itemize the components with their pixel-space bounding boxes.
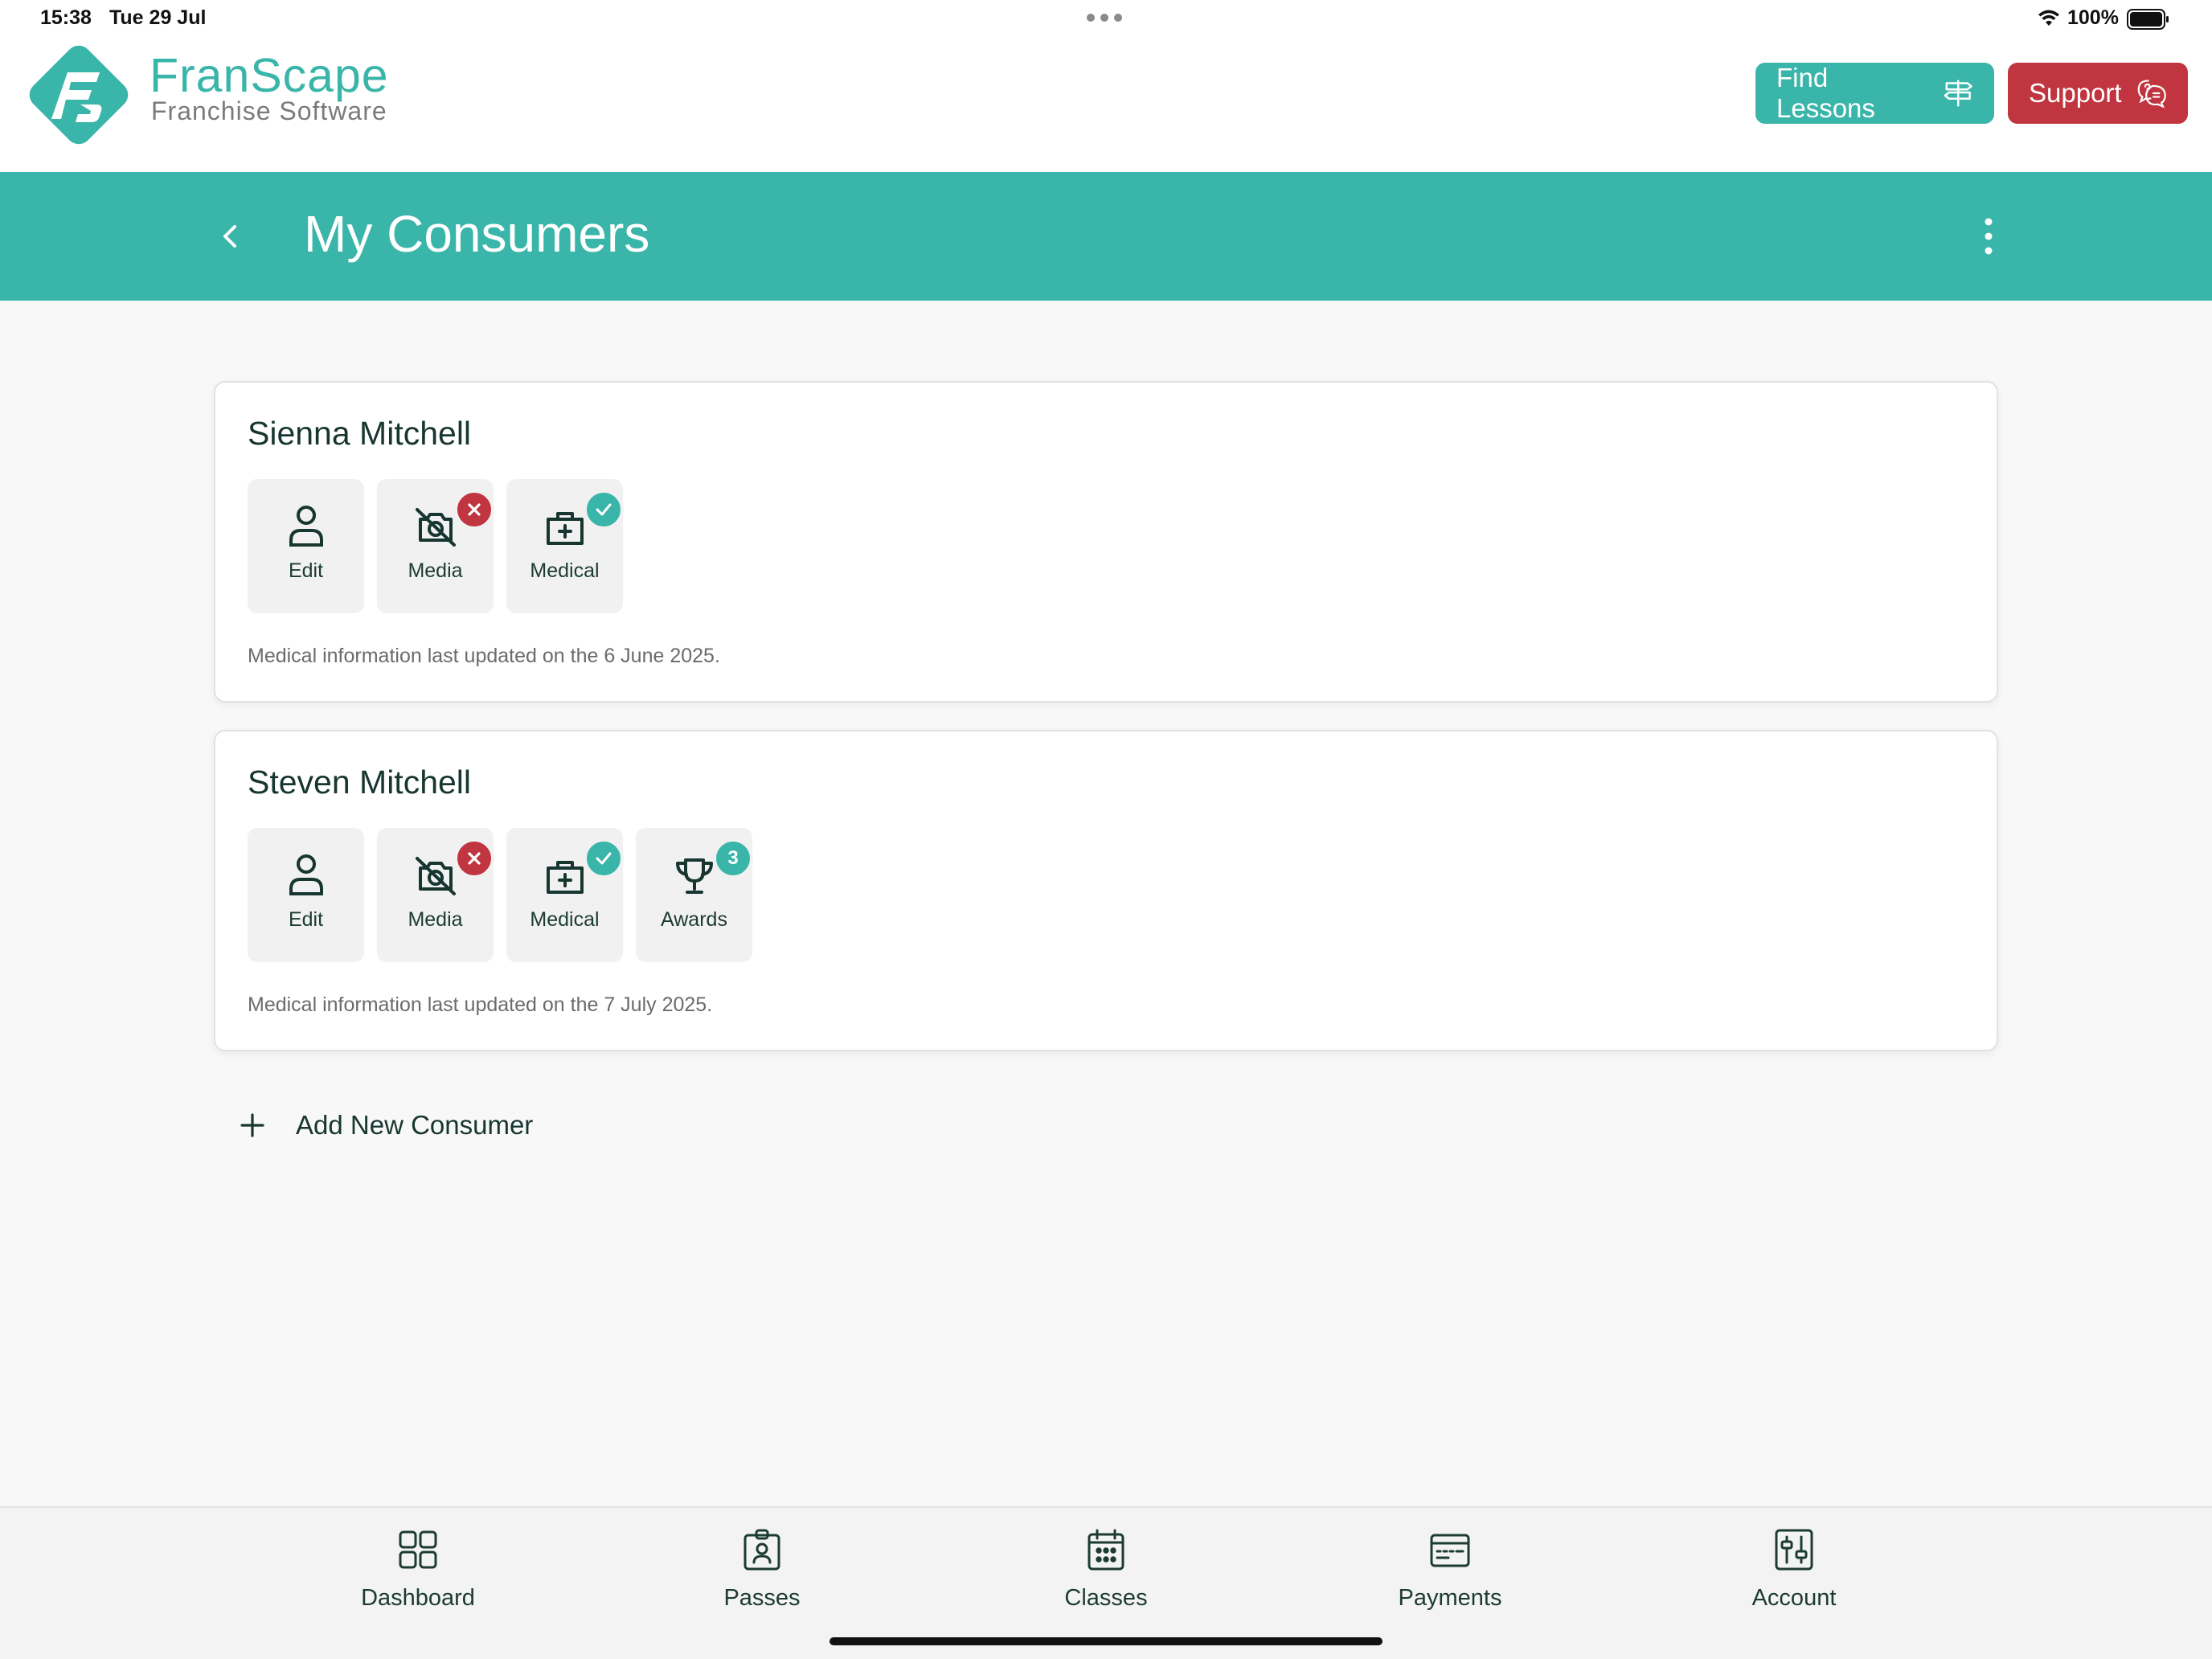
tile-label: Media	[408, 908, 463, 931]
status-x-badge	[454, 490, 494, 530]
media-tile[interactable]: Media	[377, 479, 494, 613]
plus-icon	[240, 1113, 264, 1137]
consumer-card: Sienna Mitchell Edit Media Medical Medic…	[214, 381, 1998, 703]
status-x-badge	[454, 838, 494, 879]
consumer-name: Sienna Mitchell	[248, 415, 472, 452]
medical-update-note: Medical information last updated on the …	[248, 645, 720, 667]
more-options-icon[interactable]	[1972, 214, 2005, 259]
close-icon	[468, 503, 481, 516]
edit-tile[interactable]: Edit	[248, 479, 364, 613]
sliders-icon	[1775, 1529, 1813, 1571]
tab-account[interactable]: Account	[1690, 1519, 1899, 1624]
medical-update-note: Medical information last updated on the …	[248, 993, 713, 1016]
consumer-actions: Edit Media Medical	[248, 479, 624, 613]
consumer-name: Steven Mitchell	[248, 764, 472, 801]
status-time: 15:38	[40, 6, 92, 29]
medical-tile[interactable]: Medical	[506, 479, 624, 613]
check-icon	[596, 852, 612, 865]
no-camera-icon	[416, 857, 456, 895]
battery-icon	[2127, 9, 2169, 30]
find-lessons-button[interactable]: Find Lessons	[1755, 63, 1994, 124]
app-header: FranScape Franchise Software Find Lesson…	[0, 39, 2212, 172]
bottom-tab-bar: Dashboard Passes Classes Payments Accoun…	[0, 1506, 2212, 1659]
title-bar: My Consumers	[0, 172, 2212, 301]
trophy-icon	[676, 858, 713, 894]
calendar-icon	[1088, 1529, 1124, 1571]
dashboard-icon	[399, 1530, 437, 1569]
media-tile[interactable]: Media	[377, 828, 494, 962]
add-new-consumer-button[interactable]: Add New Consumer	[238, 1104, 533, 1146]
medical-kit-icon	[547, 512, 584, 545]
pass-icon	[743, 1529, 780, 1571]
payment-card-icon	[1430, 1534, 1470, 1567]
tab-label: Passes	[723, 1585, 801, 1611]
chat-help-icon	[2137, 80, 2166, 109]
tab-label: Classes	[1064, 1585, 1148, 1611]
tile-label: Edit	[288, 908, 324, 931]
brand-name: FranScape	[150, 49, 389, 102]
franscape-logo-icon[interactable]	[23, 39, 135, 151]
user-icon	[289, 854, 323, 895]
status-bar: 15:38 Tue 29 Jul 100%	[0, 0, 2212, 39]
medical-kit-icon	[547, 861, 584, 894]
back-chevron-icon[interactable]	[211, 217, 249, 256]
tab-label: Account	[1751, 1585, 1837, 1611]
signpost-icon	[1944, 80, 1972, 107]
no-camera-icon	[416, 508, 456, 547]
battery-percent: 100%	[2067, 6, 2119, 29]
tile-label: Media	[408, 559, 463, 582]
status-check-badge	[584, 838, 624, 879]
tab-passes[interactable]: Passes	[657, 1519, 866, 1624]
tab-label: Dashboard	[361, 1585, 475, 1611]
awards-tile[interactable]: 3 Awards	[636, 828, 753, 962]
medical-tile[interactable]: Medical	[506, 828, 624, 962]
wifi-icon	[2038, 10, 2059, 26]
status-check-badge	[584, 490, 624, 530]
brand-tagline: Franchise Software	[151, 96, 387, 125]
home-indicator[interactable]	[830, 1637, 1382, 1645]
awards-count-badge: 3	[713, 838, 753, 879]
tile-label: Awards	[661, 908, 727, 931]
tab-payments[interactable]: Payments	[1346, 1519, 1555, 1624]
add-new-consumer-label: Add New Consumer	[296, 1110, 534, 1140]
support-label: Support	[2029, 78, 2122, 108]
support-button[interactable]: Support	[2008, 63, 2188, 124]
consumer-actions: Edit Media Medical	[248, 828, 753, 962]
close-icon	[468, 852, 481, 865]
check-icon	[596, 503, 612, 516]
edit-tile[interactable]: Edit	[248, 828, 364, 962]
tile-label: Edit	[288, 559, 324, 582]
tab-classes[interactable]: Classes	[1002, 1519, 1210, 1624]
find-lessons-label: Find Lessons	[1776, 63, 1875, 123]
user-icon	[289, 506, 323, 547]
consumer-card: Steven Mitchell Edit Media Medical 3 Awa…	[214, 730, 1998, 1051]
tile-label: Medical	[530, 908, 600, 931]
tab-dashboard[interactable]: Dashboard	[313, 1519, 522, 1624]
page-title: My Consumers	[304, 205, 650, 263]
multitasking-dots-icon[interactable]	[1087, 14, 1122, 22]
tile-label: Medical	[530, 559, 600, 582]
status-date: Tue 29 Jul	[109, 6, 207, 29]
tab-label: Payments	[1398, 1585, 1502, 1611]
